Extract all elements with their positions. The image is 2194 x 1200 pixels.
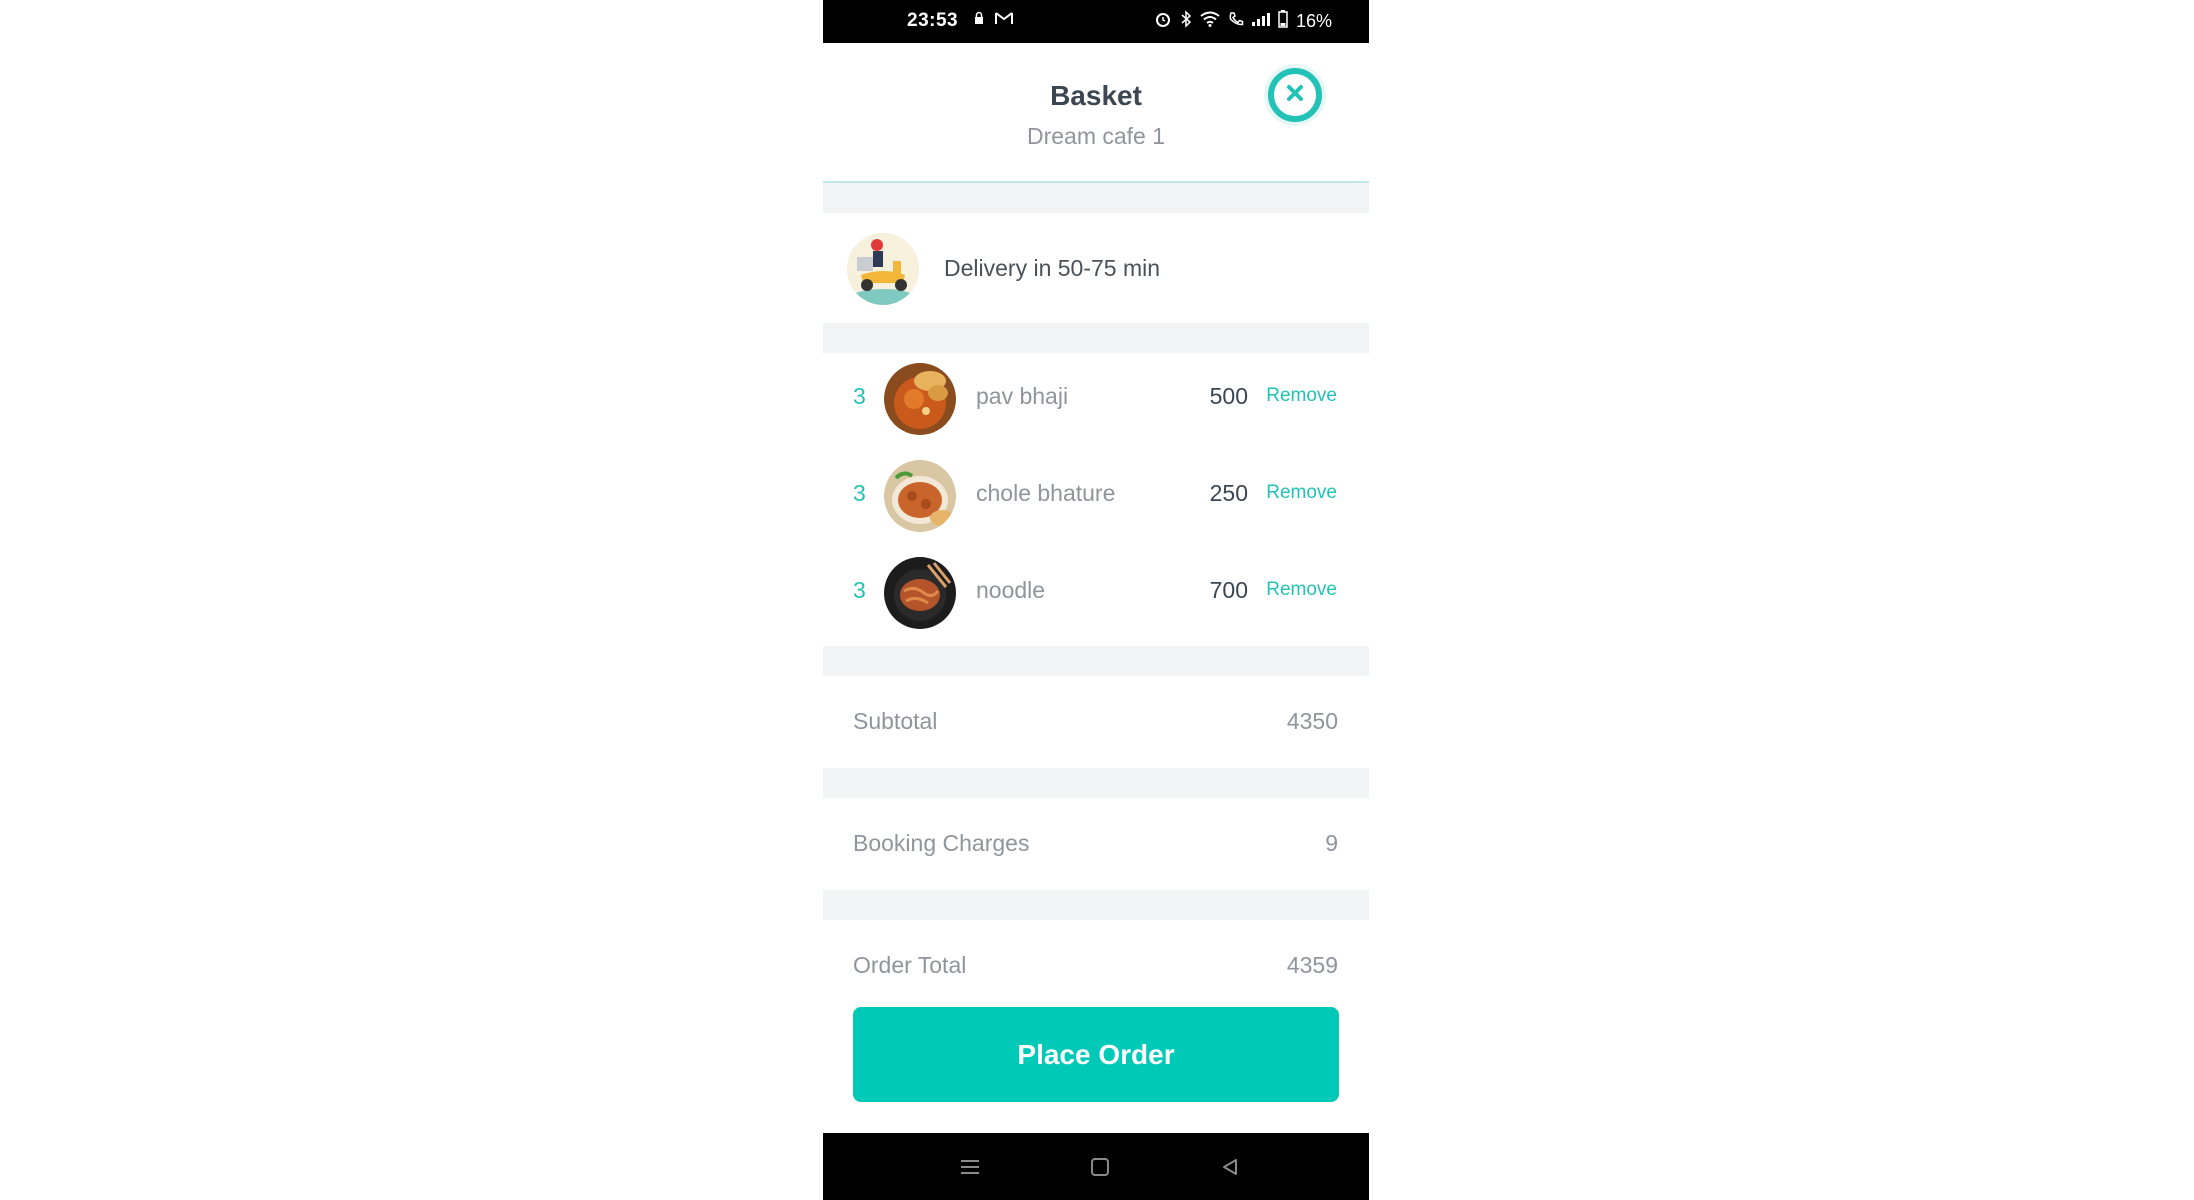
booking-charges-value: 9 bbox=[1325, 830, 1338, 856]
system-nav-bar bbox=[823, 1133, 1369, 1200]
section-divider bbox=[823, 646, 1369, 676]
list-item: 3 chole bhature 250 Remove bbox=[823, 450, 1369, 540]
item-quantity[interactable]: 3 bbox=[853, 480, 866, 507]
order-total-value: 4359 bbox=[1286, 952, 1338, 978]
back-triangle-icon[interactable] bbox=[1216, 1153, 1244, 1181]
item-name: noodle bbox=[976, 577, 1046, 603]
bluetooth-icon bbox=[1180, 10, 1192, 33]
battery-percent: 16% bbox=[1295, 11, 1332, 31]
list-item: 3 noodle 700 Remove bbox=[823, 547, 1369, 637]
booking-charges-row: Booking Charges 9 bbox=[823, 798, 1369, 890]
subtotal-label: Subtotal bbox=[853, 708, 938, 734]
gmail-icon bbox=[995, 11, 1013, 28]
delivery-scooter-icon bbox=[847, 233, 919, 305]
call-icon bbox=[1228, 11, 1244, 32]
remove-button[interactable]: Remove bbox=[1266, 482, 1337, 504]
menu-icon[interactable] bbox=[956, 1153, 984, 1181]
basket-header: Basket Dream cafe 1 bbox=[823, 43, 1369, 183]
list-item: 3 pav bhaji 500 Remove bbox=[823, 353, 1369, 443]
item-price: 500 bbox=[1209, 383, 1248, 409]
item-name: chole bhature bbox=[976, 480, 1116, 506]
remove-button[interactable]: Remove bbox=[1266, 385, 1337, 407]
order-total-row: Order Total 4359 bbox=[823, 920, 1369, 1012]
section-divider bbox=[823, 768, 1369, 798]
item-quantity[interactable]: 3 bbox=[853, 577, 866, 604]
home-square-icon[interactable] bbox=[1086, 1153, 1114, 1181]
remove-button[interactable]: Remove bbox=[1266, 579, 1337, 601]
status-time: 23:53 bbox=[907, 10, 959, 31]
subtotal-row: Subtotal 4350 bbox=[823, 676, 1369, 768]
alarm-icon bbox=[1154, 10, 1172, 33]
wifi-icon bbox=[1200, 11, 1220, 32]
signal-icon bbox=[1251, 12, 1270, 31]
close-icon bbox=[1285, 83, 1305, 108]
lock-icon bbox=[973, 11, 985, 28]
restaurant-name: Dream cafe 1 bbox=[1026, 123, 1166, 149]
item-price: 250 bbox=[1209, 480, 1248, 506]
place-order-button[interactable]: Place Order bbox=[853, 1007, 1339, 1102]
phone-screen: 23:53 16% Basket Dream cafe 1 Delivery i… bbox=[823, 0, 1369, 1200]
order-total-label: Order Total bbox=[853, 952, 967, 978]
close-button[interactable] bbox=[1268, 68, 1322, 122]
section-divider bbox=[823, 323, 1369, 353]
basket-items: 3 pav bhaji 500 Remove 3 chole bhature 2… bbox=[823, 353, 1369, 646]
delivery-info: Delivery in 50-75 min bbox=[823, 213, 1369, 323]
section-divider bbox=[823, 183, 1369, 213]
food-image-noodle bbox=[884, 557, 956, 629]
section-divider bbox=[823, 890, 1369, 920]
status-left-icons bbox=[973, 11, 1013, 28]
delivery-time: Delivery in 50-75 min bbox=[944, 255, 1161, 281]
status-right-icons: 16% bbox=[1154, 10, 1332, 33]
food-image-pav-bhaji bbox=[884, 363, 956, 435]
battery-icon bbox=[1278, 10, 1288, 33]
food-image-chole-bhature bbox=[884, 460, 956, 532]
item-price: 700 bbox=[1209, 577, 1248, 603]
booking-charges-label: Booking Charges bbox=[853, 830, 1030, 856]
status-bar: 23:53 16% bbox=[823, 0, 1369, 43]
item-quantity[interactable]: 3 bbox=[853, 383, 866, 410]
subtotal-value: 4350 bbox=[1286, 708, 1338, 734]
item-name: pav bhaji bbox=[976, 383, 1069, 409]
